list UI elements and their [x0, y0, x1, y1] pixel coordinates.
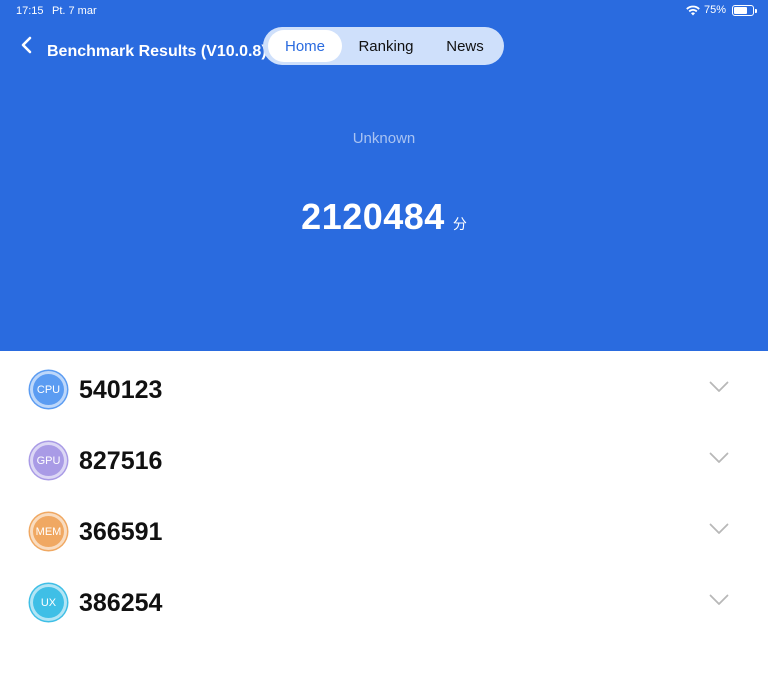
header: 17:15 Pt. 7 mar 75% Benchmark Results (V…: [0, 0, 768, 351]
status-date: Pt. 7 mar: [52, 5, 97, 17]
chevron-down-icon[interactable]: [709, 594, 729, 606]
chevron-down-icon[interactable]: [709, 381, 729, 393]
tab-switcher: Home Ranking News: [263, 27, 504, 65]
result-row-mem[interactable]: MEM 366591: [0, 493, 768, 564]
gpu-score: 827516: [79, 447, 163, 475]
chevron-down-icon[interactable]: [709, 452, 729, 464]
page-title: Benchmark Results (V10.0.8): [47, 43, 267, 60]
nav-bar: Benchmark Results (V10.0.8) Home Ranking…: [0, 27, 768, 67]
ux-score: 386254: [79, 589, 163, 617]
tab-home[interactable]: Home: [268, 30, 342, 62]
cpu-score: 540123: [79, 376, 163, 404]
battery-icon: [732, 4, 757, 16]
total-score-value: 2120484: [301, 196, 445, 237]
ux-badge: UX: [30, 584, 67, 621]
gpu-badge: GPU: [30, 442, 67, 479]
status-right: 75%: [686, 4, 757, 16]
cpu-badge: CPU: [30, 371, 67, 408]
result-row-cpu[interactable]: CPU 540123: [0, 351, 768, 422]
back-icon[interactable]: [18, 34, 36, 56]
result-row-gpu[interactable]: GPU 827516: [0, 422, 768, 493]
score-unit: 分: [452, 217, 467, 233]
total-score: 2120484 分: [0, 196, 768, 238]
result-row-ux[interactable]: UX 386254: [0, 564, 768, 635]
results-list: CPU 540123 GPU 827516 MEM 366591 UX 3862…: [0, 351, 768, 635]
tab-news[interactable]: News: [430, 30, 500, 62]
mem-score: 366591: [79, 518, 163, 546]
status-time: 17:15: [16, 5, 44, 17]
device-name: Unknown: [352, 130, 416, 147]
mem-badge: MEM: [30, 513, 67, 550]
status-bar: 17:15 Pt. 7 mar 75%: [0, 0, 768, 22]
battery-percent: 75%: [703, 4, 726, 16]
wifi-icon: [686, 5, 700, 15]
tab-ranking[interactable]: Ranking: [342, 30, 430, 62]
battery-fill: [734, 6, 747, 14]
chevron-down-icon[interactable]: [709, 523, 729, 535]
